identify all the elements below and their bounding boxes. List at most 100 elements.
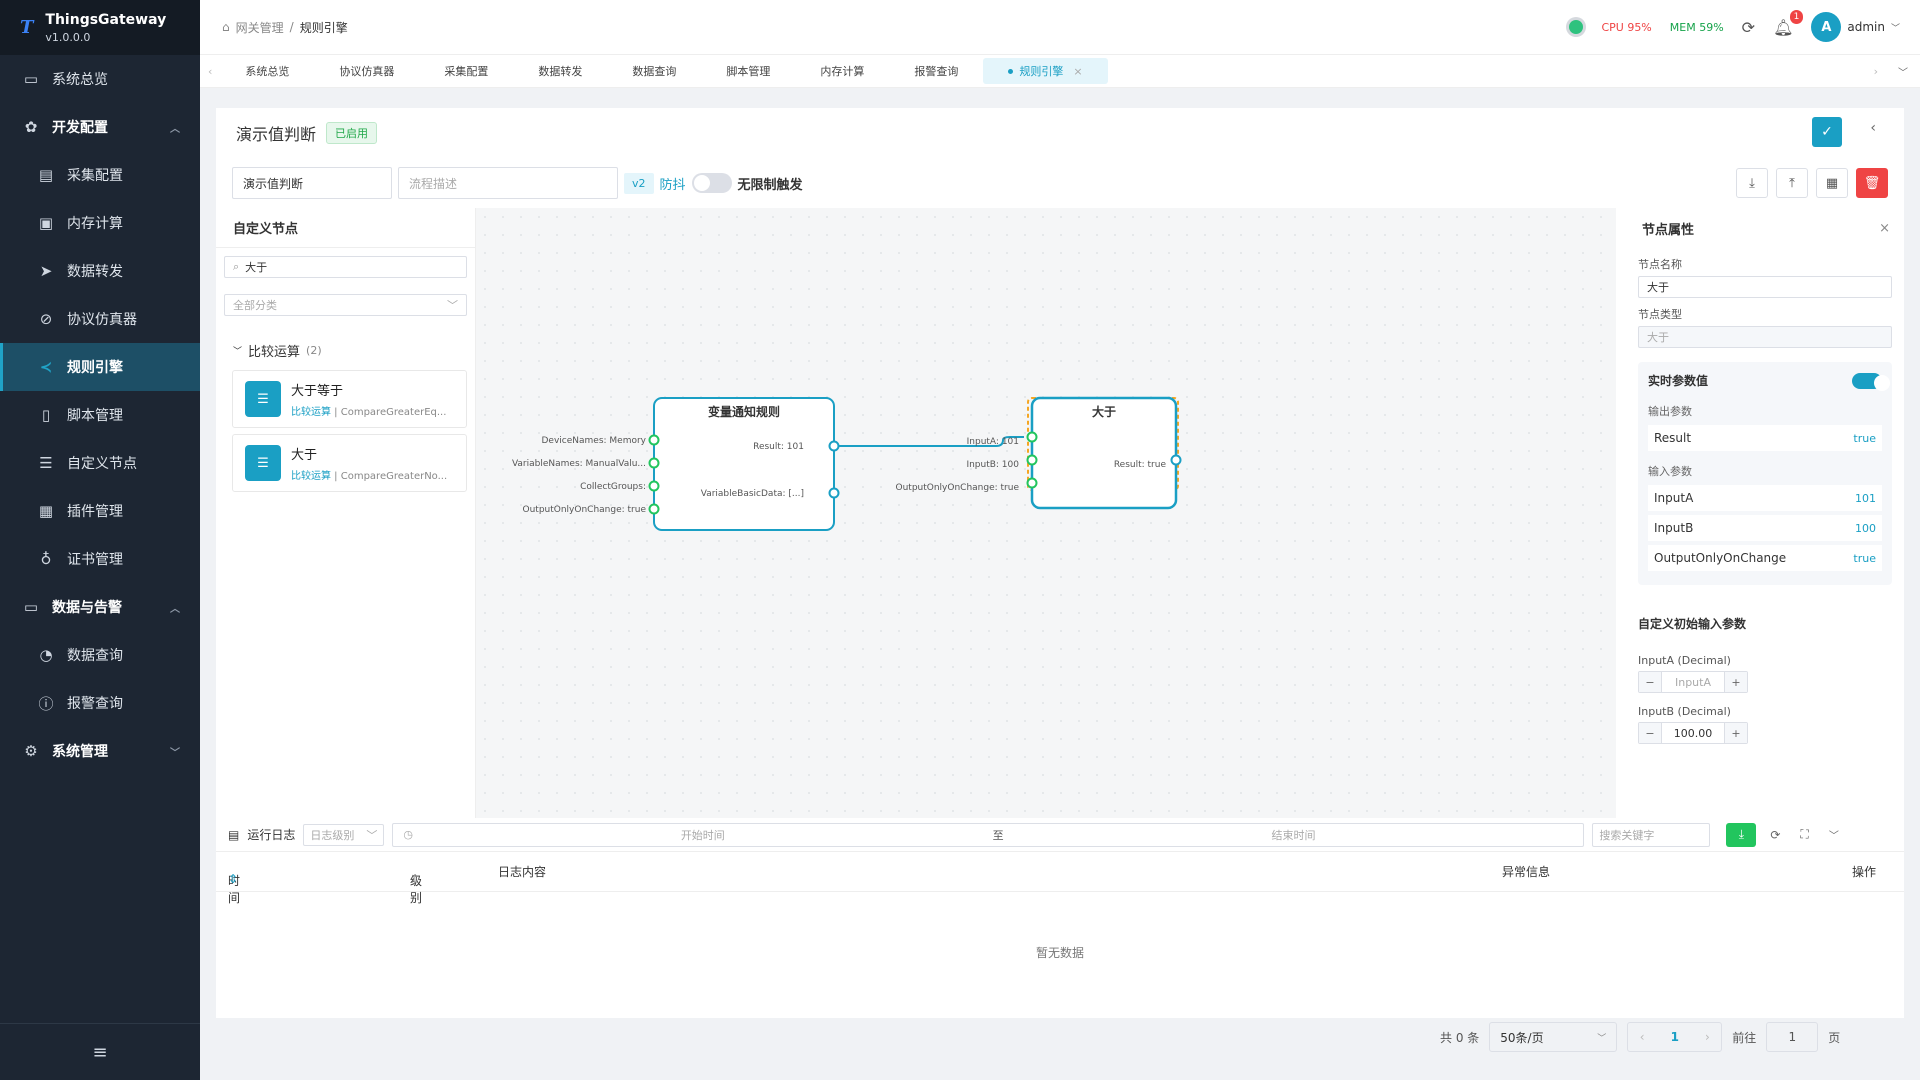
user-name: admin <box>1847 20 1885 34</box>
app-version: v1.0.0.0 <box>45 30 91 44</box>
category-group[interactable]: ﹀ 比较运算 (2) <box>216 341 475 360</box>
minus-icon[interactable]: − <box>1639 672 1661 692</box>
realtime-toggle[interactable] <box>1852 372 1890 391</box>
grid-button[interactable]: ▦ <box>1816 168 1848 198</box>
category-name: 比较运算 <box>248 345 301 360</box>
rule-name-input[interactable]: 演示值判断 <box>232 167 392 199</box>
refresh-icon[interactable]: ⟳ <box>1770 828 1780 842</box>
close-icon[interactable]: × <box>1073 65 1082 78</box>
minus-icon[interactable]: − <box>1639 723 1661 743</box>
debounce-link[interactable]: 防抖 <box>660 174 686 193</box>
notification-bell-icon[interactable]: 🔔︎ 1 <box>1773 9 1804 37</box>
sidebar-item-data-query[interactable]: ◔ 数据查询 <box>0 631 200 679</box>
sidebar-collapse-button[interactable]: ≡ <box>0 1023 200 1080</box>
breadcrumb-item[interactable]: 网关管理 <box>236 19 284 36</box>
node-card[interactable]: ☰ 大于等于 比较运算 | CompareGreaterEq... <box>232 370 467 428</box>
fullscreen-icon[interactable]: ⛶ <box>1800 827 1808 842</box>
tab-menu-chevron-icon[interactable]: ﹀ <box>1886 64 1920 79</box>
sidebar-item-overview[interactable]: ▭ 系统总览 <box>0 55 200 103</box>
sidebar-item-forward[interactable]: ➤ 数据转发 <box>0 247 200 295</box>
version-badge[interactable]: v2 <box>624 172 654 194</box>
user-menu[interactable]: A admin ﹀ <box>1811 12 1900 42</box>
sidebar-item-custom-node[interactable]: ☰ 自定义节点 <box>0 439 200 487</box>
tab-scroll-right-icon[interactable]: › <box>1866 65 1886 78</box>
node-name: 大于等于 <box>291 384 344 399</box>
output-port[interactable] <box>828 440 840 452</box>
app-logo[interactable]: T ThingsGateway v1.0.0.0 <box>0 0 200 55</box>
search-value: 大于 <box>245 261 268 274</box>
tab-forward[interactable]: 数据转发 <box>513 58 607 84</box>
sidebar-group-dev[interactable]: ✿ 开发配置 ︿ <box>0 103 200 151</box>
plus-icon[interactable]: + <box>1725 672 1747 692</box>
save-button[interactable]: ✓ <box>1812 117 1842 147</box>
category-select[interactable]: 全部分类 ﹀ <box>224 294 467 316</box>
sidebar-item-script[interactable]: ▯ 脚本管理 <box>0 391 200 439</box>
rule-desc-input[interactable]: 流程描述 <box>398 167 618 199</box>
input-port[interactable] <box>648 457 660 469</box>
flow-canvas[interactable]: 变量通知规则 大于 DeviceNames: Memory VariableNa… <box>476 208 1616 818</box>
date-range-picker[interactable]: ◷ 开始时间 至 结束时间 <box>392 822 1585 847</box>
export-button[interactable]: ⤒ <box>1776 168 1808 198</box>
sidebar-item-plugin[interactable]: ▦ 插件管理 <box>0 487 200 535</box>
sidebar-item-collect[interactable]: ▤ 采集配置 <box>0 151 200 199</box>
sidebar-item-alarm-query[interactable]: ⓘ 报警查询 <box>0 679 200 727</box>
import-button[interactable]: ⤓ <box>1736 168 1768 198</box>
tab-rule-engine[interactable]: 规则引擎 × <box>983 58 1108 84</box>
unlimited-trigger-toggle[interactable] <box>691 173 732 193</box>
sidebar-item-memory[interactable]: ▣ 内存计算 <box>0 199 200 247</box>
inputB-field[interactable]: 100.00 <box>1661 723 1725 743</box>
goto-page-input[interactable]: 1 <box>1766 1022 1819 1052</box>
delete-button[interactable]: 🗑︎ <box>1856 168 1888 198</box>
tab-scroll-left-icon[interactable]: ‹ <box>200 65 220 78</box>
tab-overview[interactable]: 系统总览 <box>220 58 314 84</box>
tab-script[interactable]: 脚本管理 <box>701 58 795 84</box>
inputA-field[interactable]: InputA <box>1661 672 1725 692</box>
trash-icon: 🗑︎ <box>1863 175 1881 191</box>
next-page-icon[interactable]: › <box>1705 1030 1710 1044</box>
node-search-input[interactable]: ⌕ 大于 <box>224 256 467 278</box>
refresh-icon[interactable]: ⟳ <box>1742 18 1755 37</box>
inputB-stepper[interactable]: −100.00 + <box>1638 722 1748 744</box>
tab-simulator[interactable]: 协议仿真器 <box>314 58 419 84</box>
output-port[interactable] <box>828 487 840 499</box>
sidebar: T ThingsGateway v1.0.0.0 ▭ 系统总览 ✿ 开发配置 ︿ ▤ 采… <box>0 0 200 1080</box>
sidebar-item-label: 系统管理 <box>52 744 108 760</box>
input-port[interactable] <box>1026 454 1038 466</box>
sidebar-group-data-alarm[interactable]: ▭ 数据与告警 ︿ <box>0 583 200 631</box>
page-unit: 页 <box>1828 1030 1841 1045</box>
sidebar-item-label: 采集配置 <box>67 168 123 184</box>
tab-memory[interactable]: 内存计算 <box>795 58 889 84</box>
input-port[interactable] <box>1026 431 1038 443</box>
log-icon: ▤ <box>228 827 240 842</box>
node-name-input[interactable]: 大于 <box>1638 276 1892 298</box>
end-time-input[interactable]: 结束时间 <box>1004 827 1584 843</box>
port-label: VariableBasicData: [...] <box>701 489 804 499</box>
input-port[interactable] <box>648 434 660 446</box>
tab-data-query[interactable]: 数据查询 <box>607 58 701 84</box>
sidebar-group-system[interactable]: ⚙ 系统管理 ﹀ <box>0 727 200 775</box>
tab-collect[interactable]: 采集配置 <box>419 58 513 84</box>
sidebar-item-simulator[interactable]: ⊘ 协议仿真器 <box>0 295 200 343</box>
sidebar-item-cert[interactable]: ♁ 证书管理 <box>0 535 200 583</box>
log-search-input[interactable]: 搜索关键字 <box>1592 822 1711 847</box>
sidebar-item-rule-engine[interactable]: ≺ 规则引擎 <box>0 343 200 391</box>
page-size-select[interactable]: 50条/页 ﹀ <box>1489 1022 1618 1052</box>
chevron-down-icon[interactable]: ﹀ <box>1829 827 1839 842</box>
output-port[interactable] <box>1170 454 1182 466</box>
download-icon: ⤓ <box>1738 827 1745 841</box>
input-port[interactable] <box>648 480 660 492</box>
sidebar-item-label: 规则引擎 <box>67 360 123 376</box>
tab-alarm-query[interactable]: 报警查询 <box>889 58 983 84</box>
plus-icon[interactable]: + <box>1725 723 1747 743</box>
start-time-input[interactable]: 开始时间 <box>413 827 993 843</box>
export-log-button[interactable]: ⤓ <box>1726 822 1757 847</box>
current-page[interactable]: 1 <box>1671 1030 1679 1044</box>
node-card[interactable]: ☰ 大于 比较运算 | CompareGreaterNo... <box>232 434 467 492</box>
inputA-stepper[interactable]: − InputA + <box>1638 671 1748 693</box>
log-level-select[interactable]: 日志级别 ﹀ <box>303 823 385 846</box>
input-port[interactable] <box>648 503 660 515</box>
close-icon[interactable]: × <box>1879 221 1890 236</box>
prev-page-icon[interactable]: ‹ <box>1640 1030 1645 1044</box>
back-button[interactable]: ‹ <box>1870 120 1876 136</box>
input-port[interactable] <box>1026 477 1038 489</box>
